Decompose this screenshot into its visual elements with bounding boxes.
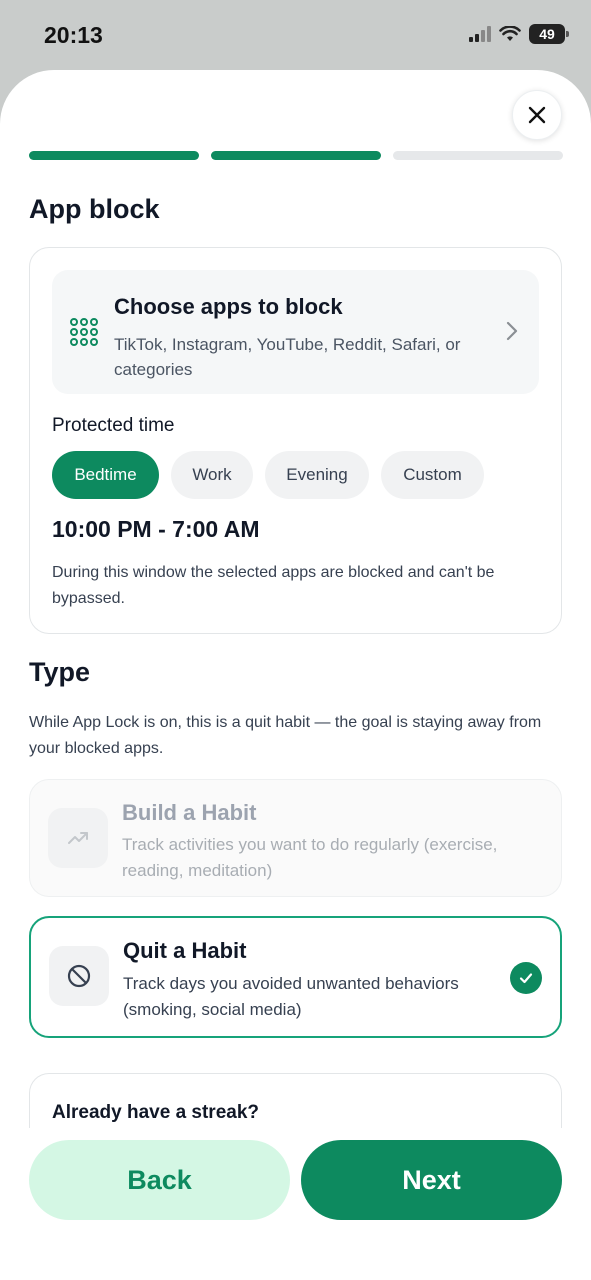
type-title: Type bbox=[29, 657, 91, 687]
type-description: While App Lock is on, this is a quit hab… bbox=[29, 714, 542, 757]
apps-grid-icon bbox=[70, 318, 98, 346]
chip-custom[interactable]: Custom bbox=[381, 451, 484, 499]
checkmark-icon bbox=[519, 973, 533, 984]
choose-apps-row[interactable]: Choose apps to block TikTok, Instagram, … bbox=[52, 270, 539, 394]
protected-time-label: Protected time bbox=[52, 415, 175, 436]
progress-bar bbox=[29, 151, 563, 160]
status-icons: 49 bbox=[469, 24, 569, 44]
signal-icon bbox=[469, 26, 491, 42]
wifi-icon bbox=[499, 26, 521, 41]
streak-title: Already have a streak? bbox=[52, 1102, 260, 1123]
close-button[interactable] bbox=[512, 90, 562, 140]
trending-up-icon bbox=[68, 832, 88, 844]
progress-step-1 bbox=[29, 151, 199, 160]
quit-habit-subtitle: Track days you avoided unwanted behavior… bbox=[123, 974, 459, 1019]
back-button[interactable]: Back bbox=[29, 1140, 290, 1220]
status-bar: 20:13 49 bbox=[0, 0, 591, 70]
choose-apps-subtitle: TikTok, Instagram, YouTube, Reddit, Safa… bbox=[114, 335, 461, 379]
selected-check bbox=[510, 962, 542, 994]
build-habit-icon-box bbox=[48, 808, 108, 868]
status-time: 20:13 bbox=[44, 22, 103, 48]
battery-icon: 49 bbox=[529, 24, 569, 44]
progress-step-3 bbox=[393, 151, 563, 160]
build-habit-option[interactable]: Build a Habit Track activities you want … bbox=[29, 779, 562, 897]
app-block-card: Choose apps to block TikTok, Instagram, … bbox=[29, 247, 562, 634]
footer: Back Next bbox=[0, 1128, 591, 1280]
next-button[interactable]: Next bbox=[301, 1140, 562, 1220]
close-icon bbox=[528, 106, 546, 124]
progress-step-2 bbox=[211, 151, 381, 160]
quit-habit-title: Quit a Habit bbox=[123, 938, 247, 963]
chevron-right-icon bbox=[506, 321, 518, 341]
chip-bedtime[interactable]: Bedtime bbox=[52, 451, 159, 499]
time-presets: Bedtime Work Evening Custom bbox=[52, 451, 484, 499]
time-range: 10:00 PM - 7:00 AM bbox=[52, 516, 260, 542]
app-block-title: App block bbox=[29, 194, 160, 224]
protected-time-description: During this window the selected apps are… bbox=[52, 564, 495, 607]
chip-evening[interactable]: Evening bbox=[265, 451, 369, 499]
choose-apps-title: Choose apps to block bbox=[114, 294, 343, 319]
prohibited-icon bbox=[67, 964, 91, 988]
quit-habit-icon-box bbox=[49, 946, 109, 1006]
build-habit-title: Build a Habit bbox=[122, 800, 257, 825]
build-habit-subtitle: Track activities you want to do regularl… bbox=[122, 835, 498, 880]
chip-work[interactable]: Work bbox=[171, 451, 253, 499]
quit-habit-option[interactable]: Quit a Habit Track days you avoided unwa… bbox=[29, 916, 562, 1038]
